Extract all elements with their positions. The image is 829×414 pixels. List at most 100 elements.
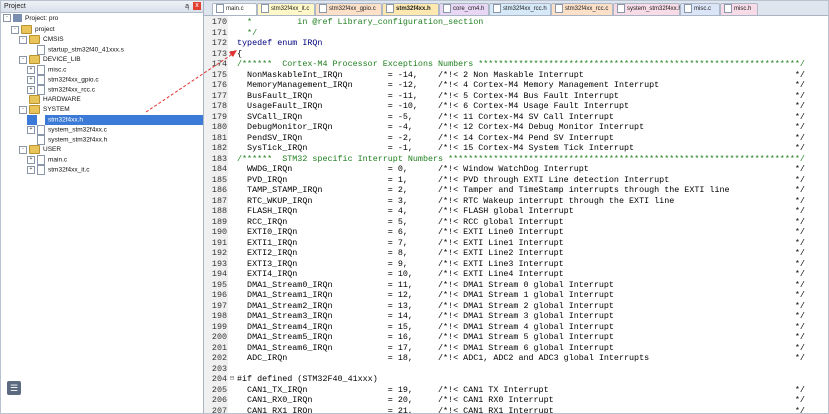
tree-file[interactable]: + stm32f4xx_gpio.c — [27, 75, 99, 85]
collapse-icon[interactable]: - — [19, 105, 27, 114]
code-line: 184 WWDG_IRQn = 0, /*!< Window WatchDog … — [204, 164, 828, 175]
collapse-icon[interactable]: - — [19, 35, 27, 44]
line-number: 199 — [211, 321, 227, 332]
line-number: 200 — [211, 332, 227, 342]
code-text: CAN1_RX0_IRQn = 20, /*!< CAN1 RX0 Interr… — [237, 395, 805, 405]
editor-tab-bar: main.c stm32f4xx_it.c stm32f4xx_gpio.c stm3… — [204, 1, 828, 16]
code-line: 203 — [204, 364, 828, 375]
editor-tab[interactable]: stm32f4xx_rcc.h — [489, 3, 551, 15]
pin-icon[interactable]: ą — [185, 1, 189, 12]
tree-folder[interactable]: HARDWARE — [19, 95, 81, 105]
collapse-icon[interactable]: - — [11, 25, 19, 34]
file-icon — [493, 4, 501, 13]
expand-icon[interactable]: + — [27, 86, 35, 94]
file-icon — [37, 165, 45, 175]
tree-root[interactable]: - Project: pro — [3, 14, 58, 24]
file-icon — [319, 4, 327, 13]
collapse-icon[interactable]: - — [19, 145, 27, 154]
code-line: 183 /****** STM32 specific Interrupt Numb… — [204, 154, 828, 165]
tree-file[interactable]: startup_stm32f40_41xxx.s — [27, 45, 124, 55]
code-text: FLASH_IRQn = 4, /*!< FLASH global Interr… — [237, 206, 805, 216]
code-text: typedef enum IRQn — [237, 38, 323, 48]
line-number: 202 — [211, 353, 227, 363]
code-text: CAN1_RX1_IRQn = 21, /*!< CAN1 RX1 Interr… — [237, 405, 805, 414]
editor-tab[interactable]: stm32f4xx_it.c — [257, 3, 315, 15]
line-number: 189 — [211, 216, 227, 227]
code-text: BusFault_IRQn = -11, /*!< 5 Cortex-M4 Bu… — [237, 90, 805, 101]
project-tree: - Project: pro - project - CMSIS startup_stm3… — [1, 13, 203, 413]
editor-tab[interactable]: core_cm4.h — [439, 3, 489, 15]
editor-tab[interactable]: main.c — [212, 3, 257, 15]
code-text: NonMaskableInt_IRQn = -14, /*!< 2 Non Ma… — [237, 69, 805, 80]
code-text: EXTI4_IRQn = 10, /*!< EXTI Line4 Interru… — [237, 269, 805, 279]
line-number: 206 — [211, 395, 227, 405]
tree-file[interactable]: + stm32f4xx_rcc.c — [27, 85, 95, 95]
line-number: 172 — [211, 38, 227, 48]
expand-icon[interactable]: + — [27, 156, 35, 164]
code-line: 193 EXTI3_IRQn = 9, /*!< EXTI Line3 Inte… — [204, 259, 828, 270]
code-text: */ — [237, 27, 258, 38]
tree-folder[interactable]: - SYSTEM — [19, 105, 70, 115]
tree-item-label: DEVICE_LIB — [43, 56, 81, 64]
tree-file[interactable]: + misc.c — [27, 65, 66, 75]
code-line: 204 ⊟ #if defined (STM32F40_41xxx) — [204, 374, 828, 385]
line-number: 176 — [211, 80, 227, 90]
tree-file[interactable]: + main.c — [27, 155, 67, 165]
code-line: 198 DMA1_Stream3_IRQn = 14, /*!< DMA1 St… — [204, 311, 828, 322]
line-number: 207 — [211, 405, 227, 414]
tree-folder[interactable]: - USER — [19, 145, 61, 155]
editor-tab[interactable]: stm32f4xx_rcc.c — [551, 3, 613, 15]
code-text: RTC_WKUP_IRQn = 3, /*!< RTC Wakeup inter… — [237, 195, 805, 206]
editor-tab[interactable]: system_stm32f4xx.h — [613, 3, 682, 15]
code-text: SVCall_IRQn = -5, /*!< 11 Cortex-M4 SV C… — [237, 111, 805, 122]
code-line: 207 CAN1_RX1_IRQn = 21, /*!< CAN1 RX1 In… — [204, 406, 828, 414]
tree-item-label: project — [35, 26, 55, 34]
tree-folder[interactable]: - CMSIS — [19, 35, 64, 45]
expand-icon[interactable]: + — [27, 66, 35, 74]
tree-folder[interactable]: - project — [11, 25, 55, 35]
tree-item-label: SYSTEM — [43, 106, 70, 114]
line-number: 193 — [211, 258, 227, 269]
code-text: * in @ref Library_configuration_section — [237, 17, 484, 27]
tree-item-label: stm32f4xx.h — [48, 116, 84, 124]
expand-icon[interactable]: + — [27, 76, 35, 84]
line-number: 188 — [211, 206, 227, 216]
code-line: 188 FLASH_IRQn = 4, /*!< FLASH global In… — [204, 206, 828, 217]
fold-toggle-icon[interactable]: ⊟ — [228, 374, 236, 385]
tree-file[interactable]: + system_stm32f4xx.c — [27, 125, 107, 135]
code-editor[interactable]: 170 * in @ref Library_configuration_sect… — [204, 16, 828, 413]
editor-tab[interactable]: misc.h — [720, 3, 758, 15]
tree-file[interactable]: + stm32f4xx_it.c — [27, 165, 90, 175]
expand-icon[interactable]: + — [27, 126, 35, 134]
line-number: 187 — [211, 195, 227, 206]
menu-icon[interactable]: ☰ — [7, 381, 21, 395]
code-text: EXTI2_IRQn = 8, /*!< EXTI Line2 Interrup… — [237, 248, 805, 258]
line-number: 178 — [211, 101, 227, 111]
fold-toggle-icon[interactable]: ⊟ — [228, 49, 236, 60]
close-icon[interactable]: x — [193, 2, 201, 10]
editor-tab[interactable]: misc.c — [680, 3, 720, 15]
editor-tab[interactable]: stm32f4xx_gpio.c — [315, 3, 382, 15]
tree-file[interactable]: system_stm32f4xx.h — [27, 135, 107, 145]
tree-file[interactable]: stm32f4xx.h — [27, 115, 203, 125]
code-line: 173 ⊟{ — [204, 49, 828, 60]
folder-icon — [29, 35, 40, 44]
file-icon — [684, 4, 692, 13]
line-number: 179 — [211, 111, 227, 122]
code-text: PendSV_IRQn = -2, /*!< 14 Cortex-M4 Pend… — [237, 132, 805, 143]
collapse-icon[interactable]: - — [3, 14, 11, 23]
collapse-icon[interactable]: - — [19, 55, 27, 64]
code-line: 179 SVCall_IRQn = -5, /*!< 11 Cortex-M4 … — [204, 112, 828, 123]
line-number: 183 — [211, 153, 227, 164]
project-panel-header: Project ą x — [1, 1, 203, 13]
editor-tab[interactable]: stm32f4xx.h — [382, 3, 439, 15]
tab-label: core_cm4.h — [453, 6, 485, 13]
tree-item-label: startup_stm32f40_41xxx.s — [48, 46, 124, 54]
tab-label: main.c — [226, 6, 244, 13]
ide-window: Project ą x - Project: pro - project - CMSIS… — [0, 0, 829, 414]
tree-folder[interactable]: - DEVICE_LIB — [19, 55, 81, 65]
code-line: 191 EXTI1_IRQn = 7, /*!< EXTI Line1 Inte… — [204, 238, 828, 249]
code-text: DMA1_Stream2_IRQn = 13, /*!< DMA1 Stream… — [237, 300, 805, 311]
expand-icon[interactable]: + — [27, 166, 35, 174]
tree-item-label: system_stm32f4xx.h — [48, 136, 108, 144]
